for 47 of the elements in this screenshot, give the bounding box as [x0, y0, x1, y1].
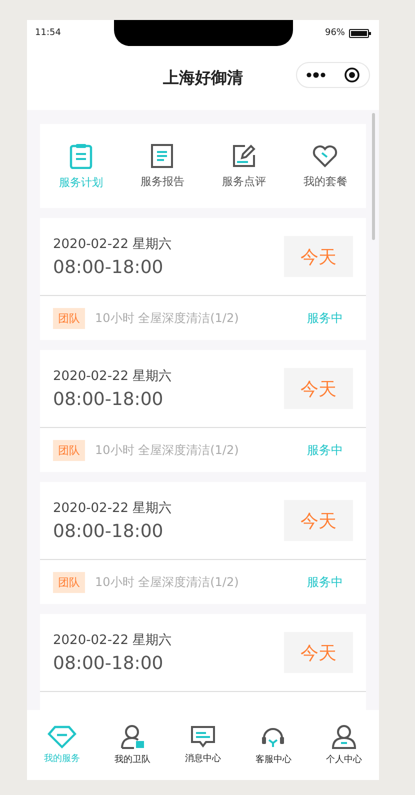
order-time: 08:00-18:00 — [53, 521, 164, 542]
order-time: 08:00-18:00 — [53, 257, 164, 278]
battery-icon — [349, 28, 371, 38]
day-badge: 今天 — [284, 632, 353, 673]
order-card[interactable]: 2020-02-22 星期六 08:00-18:00 今天 团队 10小时 全屋深度清洁(1/2) 服务中 — [40, 482, 366, 604]
team-tag: 团队 — [53, 572, 85, 592]
status-time: 11:54 — [35, 28, 61, 38]
battery-level: 96% — [324, 28, 345, 38]
order-status: 服务中 — [307, 310, 343, 326]
scrollbar[interactable] — [372, 113, 375, 240]
day-badge: 今天 — [284, 368, 353, 409]
order-date: 2020-02-22 星期六 — [53, 500, 172, 517]
order-card[interactable]: 2020-02-22 星期六 08:00-18:00 今天 团队 10小时 全屋深度清洁(1/2) 服务中 — [40, 350, 366, 472]
order-time: 08:00-18:00 — [53, 389, 164, 410]
tab-item[interactable]: 个人中心 — [314, 724, 374, 766]
order-card[interactable]: 2020-02-22 星期六 08:00-18:00 今天 — [40, 614, 366, 710]
more-icon[interactable] — [306, 72, 326, 78]
day-badge: 今天 — [284, 236, 353, 277]
team-tag: 团队 — [53, 308, 85, 328]
team-tag: 团队 — [53, 440, 85, 460]
order-date: 2020-02-22 星期六 — [53, 368, 172, 385]
message-icon — [190, 725, 216, 749]
person-icon — [330, 724, 357, 750]
diamond-icon — [47, 725, 78, 749]
day-badge: 今天 — [284, 500, 353, 541]
order-status: 服务中 — [307, 574, 343, 590]
clipboard-icon — [68, 142, 93, 168]
order-time: 08:00-18:00 — [53, 653, 164, 674]
person-badge-icon — [120, 724, 146, 750]
edit-icon — [232, 144, 256, 168]
page-title: 上海好御清 — [163, 68, 243, 88]
order-status: 服务中 — [307, 442, 343, 458]
service-description: 10小时 全屋深度清洁(1/2) — [95, 310, 240, 326]
menu-item[interactable]: 我的套餐 — [303, 144, 348, 188]
service-description: 10小时 全屋深度清洁(1/2) — [95, 442, 240, 458]
order-date: 2020-02-22 星期六 — [53, 236, 172, 253]
heart-icon — [312, 144, 338, 168]
order-date: 2020-02-22 星期六 — [53, 632, 172, 649]
service-description: 10小时 全屋深度清洁(1/2) — [95, 574, 240, 590]
menu-item[interactable]: 服务点评 — [222, 144, 266, 188]
tab-item[interactable]: 客服中心 — [243, 724, 304, 766]
tab-item[interactable]: 我的卫队 — [102, 724, 163, 766]
menu-item[interactable]: 服务报告 — [140, 144, 184, 188]
document-icon — [151, 144, 174, 168]
order-card[interactable]: 2020-02-22 星期六 08:00-18:00 今天 团队 10小时 全屋深度清洁(1/2) 服务中 — [40, 218, 366, 340]
tab-item[interactable]: 消息中心 — [172, 725, 233, 765]
capsule-control[interactable] — [296, 62, 370, 88]
